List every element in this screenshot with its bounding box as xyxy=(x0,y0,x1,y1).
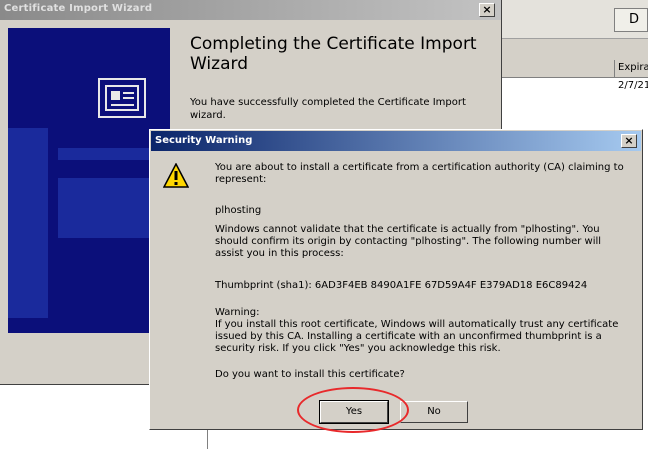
dialog-title: Security Warning xyxy=(155,135,253,146)
wizard-body-text: You have successfully completed the Cert… xyxy=(190,97,466,121)
certificate-icon xyxy=(98,78,146,118)
highlight-circle xyxy=(297,387,409,433)
dialog-intro-text: You are about to install a certificate f… xyxy=(215,162,624,185)
warning-icon xyxy=(162,162,190,189)
no-button[interactable]: No xyxy=(400,401,468,423)
wizard-side-banner xyxy=(8,28,170,333)
install-question: Do you want to install this certificate? xyxy=(215,369,405,380)
wizard-title: Certificate Import Wizard xyxy=(4,3,153,14)
toolbar: D xyxy=(497,0,648,39)
security-warning-dialog: Security Warning × You are about to inst… xyxy=(149,129,643,430)
list-item-expiration[interactable]: 2/7/21 xyxy=(618,80,648,91)
wizard-titlebar[interactable]: Certificate Import Wizard × xyxy=(0,0,501,20)
toolbar-button[interactable]: D xyxy=(614,8,648,32)
dialog-titlebar[interactable]: Security Warning × xyxy=(151,131,641,151)
wizard-heading: Completing the Certificate Import Wizard xyxy=(190,34,477,74)
thumbprint-text: Thumbprint (sha1): 6AD3F4EB 8490A1FE 67D… xyxy=(215,280,588,291)
dialog-close-button[interactable]: × xyxy=(621,134,637,148)
column-divider[interactable] xyxy=(614,60,615,77)
list-header: Expirat xyxy=(497,60,648,78)
validation-text: Windows cannot validate that the certifi… xyxy=(215,224,602,259)
warning-text: If you install this root certificate, Wi… xyxy=(215,319,619,354)
wizard-close-button[interactable]: × xyxy=(479,3,495,17)
warning-label: Warning: xyxy=(215,307,260,318)
column-header-expiration[interactable]: Expirat xyxy=(618,62,648,73)
ca-name: plhosting xyxy=(215,205,262,216)
